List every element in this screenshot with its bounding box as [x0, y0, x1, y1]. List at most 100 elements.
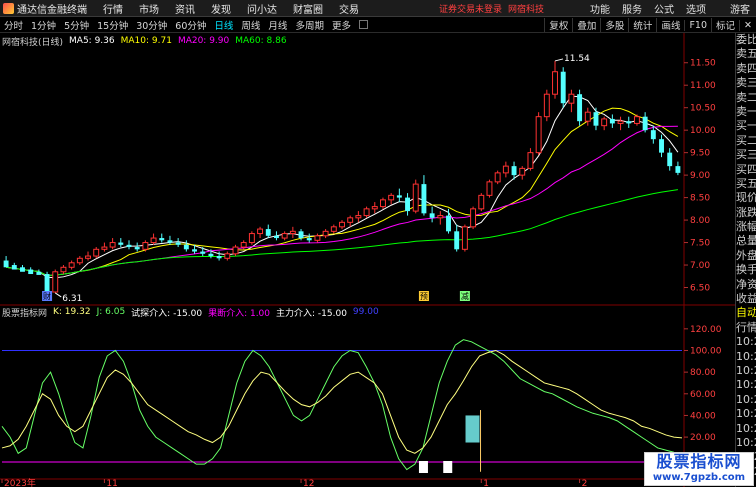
tool-f10[interactable]: F10 [684, 19, 711, 31]
stock-notice[interactable]: 网宿科技 [508, 2, 544, 15]
candle-body-down [265, 229, 271, 236]
candle-body-up [93, 248, 100, 257]
candle-body-up [601, 118, 608, 127]
side-label: 卖四 [736, 61, 756, 75]
menu-functions[interactable]: 功能 [584, 1, 616, 16]
menu-quotes[interactable]: 行情 [95, 1, 131, 16]
candle-body-up [142, 242, 149, 250]
candle-body-up [248, 233, 255, 244]
side-label: 买三 [736, 148, 756, 162]
marker-cai: 财 [43, 291, 51, 301]
high-price-label: 11.54 [564, 54, 590, 64]
app-logo-icon [3, 2, 14, 14]
menu-formula[interactable]: 公式 [648, 1, 680, 16]
candle-body-down [216, 256, 222, 259]
candle-body-up [60, 266, 67, 273]
menu-wealth[interactable]: 财富圈 [285, 1, 331, 16]
period-weekly[interactable]: 周线 [237, 18, 264, 32]
candle-body-up [388, 194, 395, 201]
side-label: 涨跌 [736, 205, 756, 219]
price-tick-label: 8.00 [690, 216, 710, 226]
candle-body-down [675, 166, 681, 173]
menu-bar: 通达信金融终端 行情 市场 资讯 发现 问小达 财富圈 交易 证券交易未登录 网… [0, 0, 756, 17]
period-30min[interactable]: 30分钟 [132, 18, 171, 32]
tool-adjust[interactable]: 复权 [544, 18, 572, 32]
candle-body-down [560, 71, 566, 104]
extra-value: 99.00 [352, 307, 379, 317]
candle-body-up [52, 271, 59, 293]
candle-body-up [347, 217, 354, 223]
marker-yu: 预 [420, 291, 428, 301]
side-label: 净资 [736, 277, 756, 291]
side-label: 收益 [736, 292, 756, 306]
period-monthly[interactable]: 月线 [264, 18, 291, 32]
period-more[interactable]: 更多 [328, 18, 355, 32]
tool-multi-stock[interactable]: 多股 [600, 18, 628, 32]
candle-body-down [274, 235, 279, 239]
menu-service[interactable]: 服务 [616, 1, 648, 16]
period-intraday[interactable]: 分时 [0, 18, 27, 32]
candle-body-down [306, 238, 312, 241]
side-label: 委比 [736, 33, 756, 46]
menu-options[interactable]: 选项 [680, 1, 712, 16]
indicator-name: 股票指标网 [2, 308, 48, 319]
side-label: 卖五 [736, 47, 756, 61]
kline-chart[interactable]: 11.50 11.00 10.50 10.00 9.50 9.00 8.50 8.00 7.50… [0, 33, 735, 487]
k-value: K: 19.32 [53, 307, 91, 317]
period-60min[interactable]: 60分钟 [171, 18, 210, 32]
candle-body-up [289, 230, 296, 235]
side-label: 买二 [736, 133, 756, 147]
candle-body-down [511, 166, 517, 176]
candle-body-up [552, 71, 558, 95]
quote-side-panel: 委比 卖五 卖四 卖三 卖二 卖一 买一 买二 买三 买四 买五 现价 涨跌 涨幅 总量 外盘 换手 净资 收益 自动… [735, 33, 756, 487]
candle-body-down [609, 118, 615, 124]
period-15min[interactable]: 15分钟 [93, 18, 132, 32]
watermark-title: 股票指标网 [656, 452, 742, 471]
login-notice[interactable]: 证券交易未登录 [439, 2, 502, 15]
menu-trade[interactable]: 交易 [331, 1, 367, 16]
candle-body-down [20, 267, 25, 272]
menu-news[interactable]: 资讯 [167, 1, 203, 16]
period-daily[interactable]: 日线 [210, 18, 237, 32]
close-icon[interactable]: ✕ [739, 19, 756, 31]
tool-stats[interactable]: 统计 [628, 18, 656, 32]
ma10-value: MA10: 9.71 [120, 36, 172, 46]
menu-ask[interactable]: 问小达 [239, 1, 285, 16]
candle-body-up [85, 255, 91, 259]
dropdown-icon[interactable] [358, 20, 368, 29]
low-price-label: 6.31 [62, 294, 82, 304]
guest-label[interactable]: 游客 [730, 1, 750, 16]
candle-body-up [470, 208, 477, 228]
candle-body-up [363, 208, 370, 217]
candle-body-down [3, 260, 9, 268]
side-label: 总量 [736, 234, 756, 248]
period-multi[interactable]: 多周期 [291, 18, 328, 32]
period-5min[interactable]: 5分钟 [60, 18, 93, 32]
price-tick-label: 7.50 [690, 239, 710, 249]
candle-body-down [159, 238, 165, 241]
candle-body-down [298, 231, 304, 239]
menu-market[interactable]: 市场 [131, 1, 167, 16]
side-label: 换手 [736, 263, 756, 277]
candle-body-down [11, 265, 17, 270]
tool-overlay[interactable]: 叠加 [572, 18, 600, 32]
tool-draw[interactable]: 画线 [656, 18, 684, 32]
price-tick-label: 9.00 [690, 171, 710, 181]
candle-body-down [192, 249, 197, 252]
period-1min[interactable]: 1分钟 [27, 18, 60, 32]
tool-mark[interactable]: 标记 [711, 18, 739, 32]
ma5-value: MA5: 9.36 [69, 36, 115, 46]
candle-body-up [281, 233, 288, 239]
side-label: 卖一 [736, 104, 756, 118]
menu-right: 证券交易未登录 网宿科技 功能 服务 公式 选项 游客 [439, 0, 756, 17]
menu-discover[interactable]: 发现 [203, 1, 239, 16]
time-tick-label: 1 [483, 479, 489, 487]
sub-tick-label: 60.00 [690, 390, 716, 400]
candle-body-up [617, 120, 624, 124]
ma20-value: MA20: 9.90 [177, 36, 230, 46]
candle-body-up [437, 215, 444, 219]
stock-name: 网宿科技(日线) [2, 37, 64, 48]
candle-body-up [109, 242, 116, 248]
side-label: 卖二 [736, 90, 756, 104]
sub-tick-label: 40.00 [690, 411, 716, 421]
